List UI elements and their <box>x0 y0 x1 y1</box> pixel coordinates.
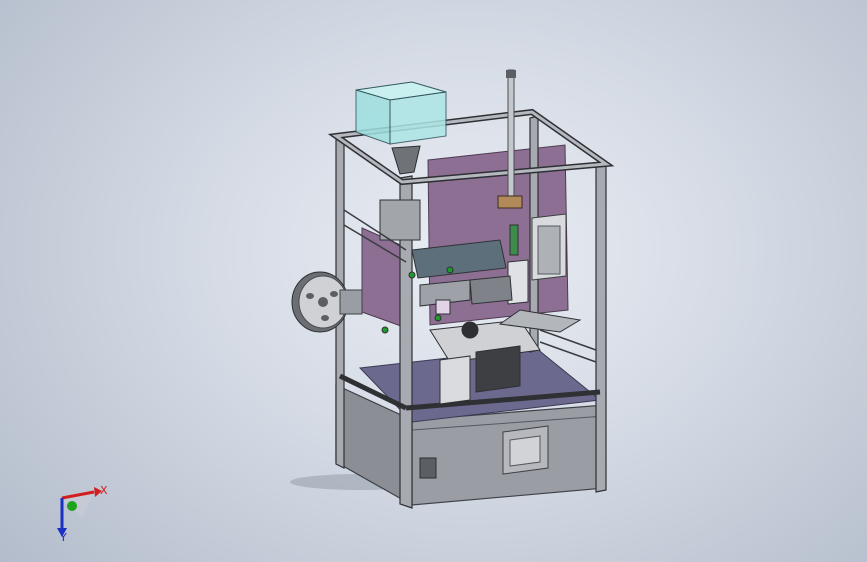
y-axis-label: Y <box>60 531 67 544</box>
machine-3d-model[interactable] <box>0 0 867 562</box>
x-axis-label: X <box>100 484 108 497</box>
tape-reel <box>291 271 363 333</box>
z-axis-dot <box>67 501 77 511</box>
controller-box <box>531 213 567 281</box>
graphics-viewport[interactable]: X Y <box>0 0 867 562</box>
